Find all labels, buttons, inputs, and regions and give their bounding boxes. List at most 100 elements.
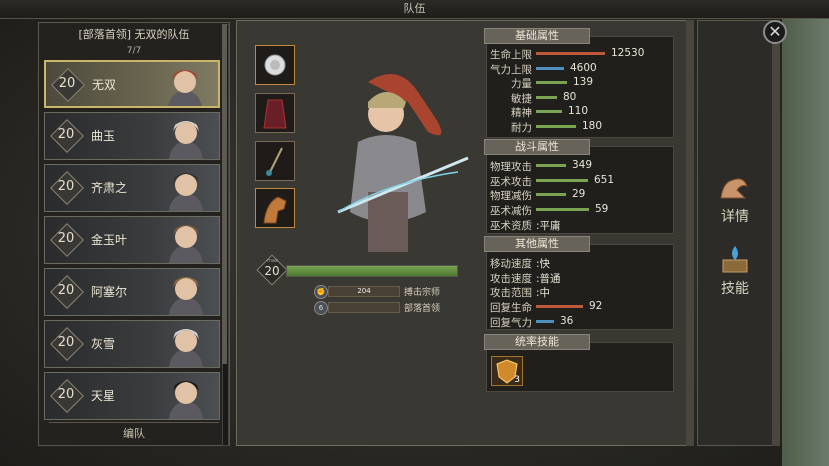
weapon-icon [266,147,283,176]
hero-level-badge: 20 [50,171,84,205]
stat-value: 80 [563,90,577,103]
hero-name: 曲玉 [91,129,116,143]
details-label: 详情 [721,209,749,225]
experience-bar [286,265,458,277]
hero-level-badge: 20 [50,223,84,257]
stat-label: 移动速度 [490,258,532,270]
roster-hero-card[interactable]: 20 阿塞尔 [44,268,220,316]
other-stats-title: 其他属性 [484,236,590,252]
roster-hero-card[interactable]: 20 金玉叶 [44,216,220,264]
skill-book-icon [722,246,748,273]
stat-bar [536,110,562,114]
details-button[interactable]: 详情 [708,172,762,226]
hero-portrait-thumb [169,277,203,315]
side-rail [772,20,780,446]
roster-hero-card[interactable]: 20 曲玉 [44,112,220,160]
stat-value: :中 [536,287,551,300]
roster-scroll-thumb[interactable] [222,24,227,364]
stat-row: 回复气力 36 [486,315,674,329]
hero-level-badge: 20 [50,119,84,153]
stat-label: 物理攻击 [490,161,532,173]
hero-name: 无双 [92,78,117,92]
hero-portrait [337,74,469,252]
hero-level-badge: 20 [50,379,84,413]
hero-level-badge: 20 [50,327,84,361]
background-edge [782,18,829,466]
stat-value: 12530 [611,47,645,59]
stat-label: 攻击范围 [490,287,532,300]
stat-label: 精神 [511,107,532,120]
command-skill-slot[interactable]: 3 [491,356,523,386]
hero-level: 20 [264,264,280,278]
combat-stats-title: 战斗属性 [484,139,590,155]
hero-name: 齐肃之 [91,181,128,195]
stat-row: 攻击速度 :普通 [486,271,674,285]
stat-value: 139 [573,76,594,89]
window-title: 队伍 [0,0,829,19]
muscle-arm-icon [720,178,748,199]
equipment-slot-accessory[interactable] [255,45,295,85]
equipment-slot-armor[interactable] [255,93,295,133]
title-label: 搏击宗师 [404,288,441,298]
stat-value: 349 [572,159,593,171]
hero-level: 20 [57,283,75,298]
stat-label: 回复生命 [490,302,532,314]
stat-row: 生命上限 12530 [486,47,674,61]
stat-row: 气力上限 4600 [486,62,674,76]
stat-bar [536,125,576,128]
roster-hero-card[interactable]: 20 齐肃之 [44,164,220,212]
stat-row: 攻击范围 :中 [486,285,674,299]
stat-bar [536,52,605,55]
stat-value: 651 [594,173,615,186]
command-skill-title: 统率技能 [484,334,590,350]
stat-value: 110 [568,105,589,118]
divider [49,422,219,423]
hero-portrait-thumb [169,329,203,367]
stat-value: 36 [560,314,574,327]
hero-level-badge: 20 [51,68,85,102]
stat-row: 精神 110 [486,105,674,119]
roster-header: [部落首领] 无双的队伍 [78,28,190,41]
stat-value: :普通 [536,272,561,285]
stat-label: 巫术攻击 [490,175,532,188]
roster-hero-card[interactable]: 20 无双 [44,60,220,108]
hero-portrait-thumb [168,70,202,106]
stat-bar [536,193,566,197]
equipment-slot-mount[interactable] [255,188,295,228]
hero-name: 灰雪 [91,337,116,351]
stat-value: :快 [536,258,551,270]
title-value-bar [328,302,400,313]
hero-name: 金玉叶 [91,233,128,247]
horse-icon [263,196,287,224]
hero-level-badge: 20 [50,275,84,309]
flower-icon [264,54,286,76]
side-rail [686,20,694,446]
close-icon[interactable]: ✕ [763,20,787,44]
stat-label: 力量 [511,78,532,91]
team-screen: 队伍 [部落首领] 无双的队伍 7/7 编队 20 无双 20 曲玉 20 齐肃之 20 金玉… [0,0,829,466]
stat-label: 生命上限 [490,49,532,61]
formation-button[interactable]: 编队 [39,425,229,441]
stat-label: 巫术资质 [490,220,532,232]
skills-button[interactable]: 技能 [708,244,762,298]
hero-level: 20 [57,179,75,194]
equipment-slot-weapon[interactable] [255,141,295,181]
stat-row: 物理攻击 349 [486,159,674,173]
stat-value: 180 [582,120,603,132]
roster-hero-card[interactable]: 20 天星 [44,372,220,420]
fist-icon: ✊ [314,285,328,299]
stat-value: 4600 [570,61,597,74]
skill-count: 3 [514,375,520,385]
stat-row: 耐力 180 [486,120,674,134]
cloak-icon [263,99,287,129]
hero-portrait-thumb [169,381,203,419]
stat-label: 回复气力 [490,316,532,329]
stat-value: :平庸 [536,220,561,232]
roster-hero-card[interactable]: 20 灰雪 [44,320,220,368]
stat-bar [536,95,557,99]
stat-value: 29 [572,188,586,201]
stat-label: 攻击速度 [490,272,532,285]
stat-row: 巫术减伤 59 [486,203,674,217]
stat-bar [536,81,567,85]
stat-bar [536,319,554,323]
